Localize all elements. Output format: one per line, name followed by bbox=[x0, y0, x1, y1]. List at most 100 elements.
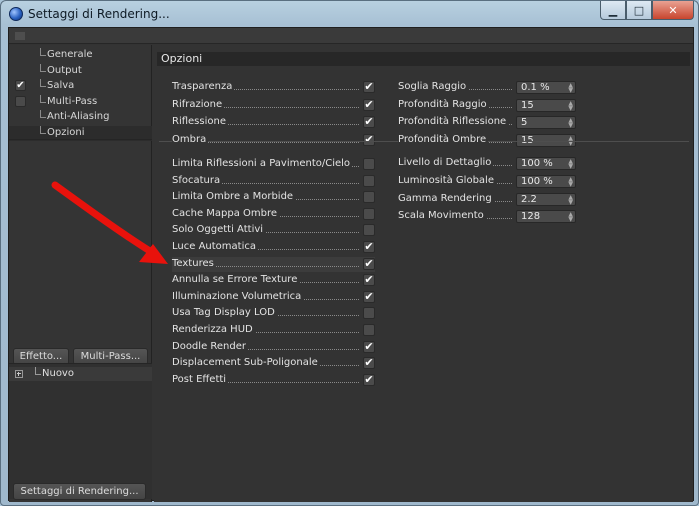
number-input[interactable]: 100 % ▲ ▼ bbox=[516, 157, 576, 170]
red-arrow-annotation bbox=[51, 181, 168, 264]
sidebar-item-multi-pass[interactable]: Multi-Pass bbox=[9, 94, 152, 110]
checkmark-icon[interactable]: ✔ bbox=[363, 257, 375, 270]
checkbox-icon[interactable] bbox=[363, 224, 375, 237]
sidebar-item-output[interactable]: Output bbox=[9, 63, 152, 79]
option-illuminazione-volumetrica[interactable]: Illuminazione Volumetrica ✔ bbox=[172, 290, 375, 305]
checkbox-icon[interactable] bbox=[363, 191, 375, 204]
checkbox-icon[interactable] bbox=[363, 324, 375, 336]
field-gamma-rendering: Gamma Rendering 2.2 ▲ ▼ bbox=[398, 192, 578, 207]
checkbox-icon[interactable] bbox=[363, 207, 375, 220]
spinner-arrows-icon[interactable]: ▲ ▼ bbox=[568, 194, 573, 205]
field-label: Gamma Rendering bbox=[398, 192, 494, 204]
field-label: Profondità Riflessione bbox=[398, 116, 509, 128]
number-input[interactable]: 128 ▲ ▼ bbox=[516, 210, 576, 224]
checkmark-icon[interactable]: ✔ bbox=[363, 340, 375, 353]
sidebar-item-generale[interactable]: Generale bbox=[9, 48, 152, 63]
field-label: Profondità Raggio bbox=[398, 98, 489, 110]
list-item-nuovo[interactable]: Nuovo bbox=[9, 367, 152, 381]
sidebar-item-label: Multi-Pass bbox=[47, 95, 98, 107]
checkbox-icon[interactable] bbox=[363, 158, 375, 170]
sidebar-item-label: Anti-Aliasing bbox=[47, 111, 110, 123]
option-limita-riflessioni-a-pavimento-cielo[interactable]: Limita Riflessioni a Pavimento/Cielo bbox=[172, 157, 375, 172]
tree-connector bbox=[40, 48, 46, 56]
option-label: Renderizza HUD bbox=[172, 324, 255, 335]
checkmark-icon[interactable]: ✔ bbox=[363, 241, 375, 253]
checkmark-icon[interactable]: ✔ bbox=[363, 98, 375, 111]
field-label: Profondità Ombre bbox=[398, 133, 489, 145]
number-input[interactable]: 5 ▲ ▼ bbox=[516, 116, 576, 130]
spinner-arrows-icon[interactable]: ▲ ▼ bbox=[568, 100, 573, 111]
sidebar-item-label: Salva bbox=[47, 80, 75, 92]
checkbox-checked-icon[interactable]: ✔ bbox=[15, 80, 26, 92]
field-luminosit-globale: Luminosità Globale 100 % ▲ ▼ bbox=[398, 174, 578, 189]
option-label: Annulla se Errore Texture bbox=[172, 274, 300, 286]
option-limita-ombre-a-morbide[interactable]: Limita Ombre a Morbide bbox=[172, 190, 375, 205]
option-label: Ombra bbox=[172, 133, 209, 145]
maximize-button[interactable]: □ bbox=[626, 1, 652, 20]
close-button[interactable]: ✕ bbox=[652, 1, 694, 20]
post-effects-list: Nuovo bbox=[9, 363, 152, 499]
field-value[interactable]: 100 % bbox=[521, 176, 553, 187]
sidebar-item-anti-aliasing[interactable]: Anti-Aliasing bbox=[9, 110, 152, 125]
number-input[interactable]: 0.1 % ▲ ▼ bbox=[516, 81, 576, 94]
grip-icon[interactable] bbox=[15, 32, 25, 40]
tree-connector bbox=[40, 110, 46, 119]
sidebar-item-label: Generale bbox=[47, 49, 93, 60]
checkmark-icon[interactable]: ✔ bbox=[363, 133, 375, 146]
checkmark-icon[interactable]: ✔ bbox=[363, 81, 375, 93]
option-rifrazione[interactable]: Rifrazione ✔ bbox=[172, 98, 375, 113]
option-renderizza-hud[interactable]: Renderizza HUD bbox=[172, 323, 375, 338]
sidebar-item-label: Opzioni bbox=[47, 127, 85, 138]
field-value[interactable]: 100 % bbox=[521, 158, 553, 169]
option-label: Doodle Render bbox=[172, 340, 248, 352]
expand-icon[interactable] bbox=[15, 370, 23, 378]
checkmark-icon[interactable]: ✔ bbox=[363, 373, 375, 386]
option-post-effetti[interactable]: Post Effetti ✔ bbox=[172, 373, 375, 388]
tree-connector bbox=[40, 94, 46, 103]
sidebar-item-salva[interactable]: ✔ Salva bbox=[9, 79, 152, 94]
field-livello-di-dettaglio: Livello di Dettaglio 100 % ▲ ▼ bbox=[398, 156, 578, 171]
option-usa-tag-display-lod[interactable]: Usa Tag Display LOD bbox=[172, 306, 375, 321]
tree-connector bbox=[35, 367, 41, 375]
field-profondit-riflessione: Profondità Riflessione 5 ▲ ▼ bbox=[398, 115, 578, 130]
spinner-arrows-icon[interactable]: ▲ ▼ bbox=[568, 176, 573, 187]
checkmark-icon[interactable]: ✔ bbox=[363, 274, 375, 287]
option-luce-automatica[interactable]: Luce Automatica ✔ bbox=[172, 240, 375, 255]
option-solo-oggetti-attivi[interactable]: Solo Oggetti Attivi bbox=[172, 223, 375, 238]
option-doodle-render[interactable]: Doodle Render ✔ bbox=[172, 340, 375, 355]
option-displacement-sub-poligonale[interactable]: Displacement Sub-Poligonale ✔ bbox=[172, 356, 375, 371]
spinner-arrows-icon[interactable]: ▲ ▼ bbox=[568, 118, 573, 129]
option-cache-mappa-ombre[interactable]: Cache Mappa Ombre bbox=[172, 207, 375, 222]
option-textures[interactable]: Textures ✔ bbox=[172, 256, 375, 272]
option-trasparenza[interactable]: Trasparenza ✔ bbox=[172, 80, 375, 95]
checkmark-icon[interactable]: ✔ bbox=[363, 290, 375, 303]
field-scala-movimento: Scala Movimento 128 ▲ ▼ bbox=[398, 209, 578, 224]
checkmark-icon[interactable]: ✔ bbox=[363, 116, 375, 129]
spinner-arrows-icon[interactable]: ▲ ▼ bbox=[568, 83, 573, 94]
title-bar[interactable]: Settaggi di Rendering... ▁ □ ✕ bbox=[1, 1, 699, 27]
option-sfocatura[interactable]: Sfocatura bbox=[172, 174, 375, 189]
number-input[interactable]: 15 ▲▼ bbox=[516, 98, 576, 112]
spinner-arrows-icon[interactable]: ▲ ▼ bbox=[568, 212, 573, 223]
checkbox-icon[interactable] bbox=[15, 95, 26, 107]
field-value[interactable]: 5 bbox=[521, 117, 527, 128]
field-value[interactable]: 128 bbox=[521, 211, 540, 222]
spinner-arrows-icon[interactable]: ▲ ▼ bbox=[568, 159, 573, 170]
field-value[interactable]: 15 bbox=[521, 100, 534, 111]
option-label: Trasparenza bbox=[172, 81, 235, 92]
checkbox-icon[interactable] bbox=[363, 174, 375, 187]
number-input[interactable]: 2.2 ▲ ▼ bbox=[516, 192, 576, 206]
number-input[interactable]: 100 % ▲ ▼ bbox=[516, 174, 576, 188]
minimize-button[interactable]: ▁ bbox=[600, 1, 626, 20]
option-annulla-se-errore-texture[interactable]: Annulla se Errore Texture ✔ bbox=[172, 273, 375, 288]
field-value[interactable]: 0.1 % bbox=[521, 82, 550, 93]
field-value[interactable]: 2.2 bbox=[521, 194, 537, 205]
checkmark-icon[interactable]: ✔ bbox=[363, 357, 375, 370]
tree-connector bbox=[40, 79, 46, 88]
checkbox-icon[interactable] bbox=[363, 307, 375, 320]
option-riflessione[interactable]: Riflessione ✔ bbox=[172, 115, 375, 130]
window-controls: ▁ □ ✕ bbox=[600, 1, 694, 20]
render-settings-button[interactable]: Settaggi di Rendering... bbox=[13, 483, 146, 500]
divider bbox=[9, 139, 152, 140]
option-label: Sfocatura bbox=[172, 174, 223, 186]
